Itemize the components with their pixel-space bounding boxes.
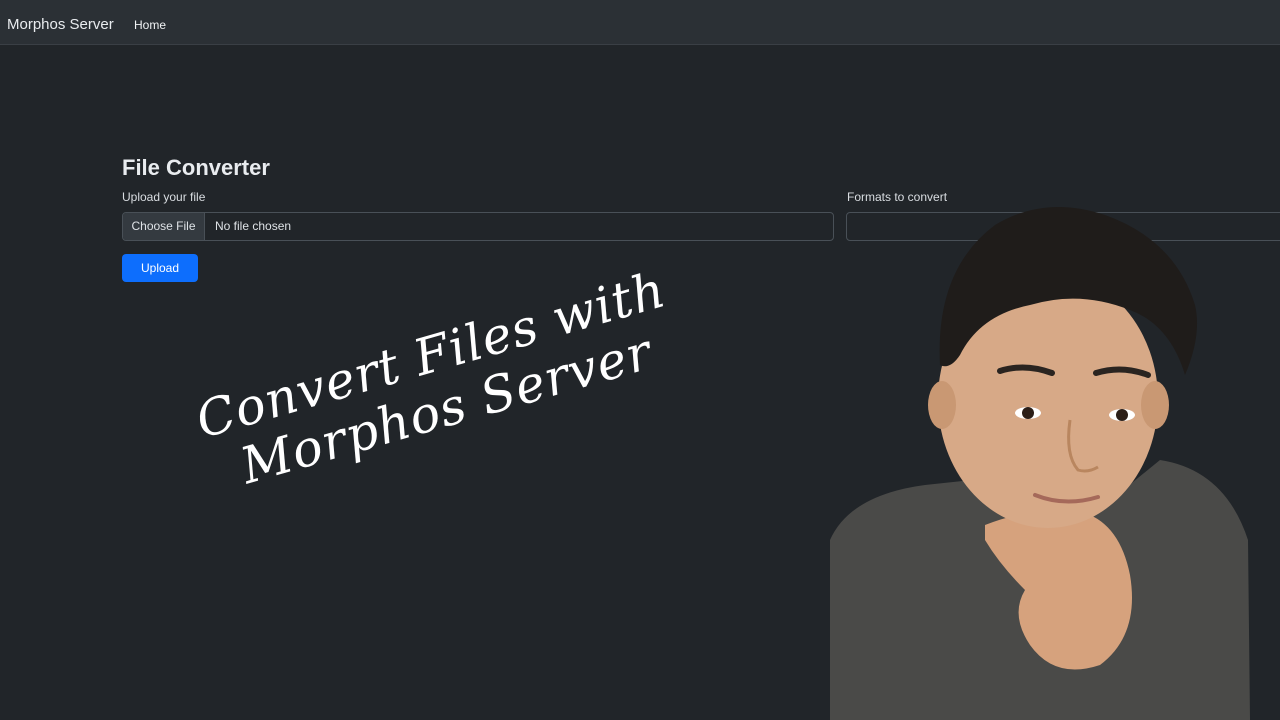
top-navbar: Morphos Server Home — [0, 0, 1280, 45]
choose-file-button[interactable]: Choose File — [123, 213, 205, 240]
title-overlay: Convert Files with Morphos Server — [190, 260, 687, 502]
navbar-brand[interactable]: Morphos Server — [7, 15, 114, 35]
file-status-text: No file chosen — [215, 219, 292, 233]
file-input[interactable]: Choose File No file chosen — [122, 212, 834, 241]
presenter-photo — [830, 195, 1250, 720]
page-title: File Converter — [122, 155, 270, 180]
upload-button[interactable]: Upload — [122, 254, 198, 282]
nav-link-home[interactable]: Home — [134, 17, 166, 33]
upload-file-label: Upload your file — [122, 190, 206, 204]
